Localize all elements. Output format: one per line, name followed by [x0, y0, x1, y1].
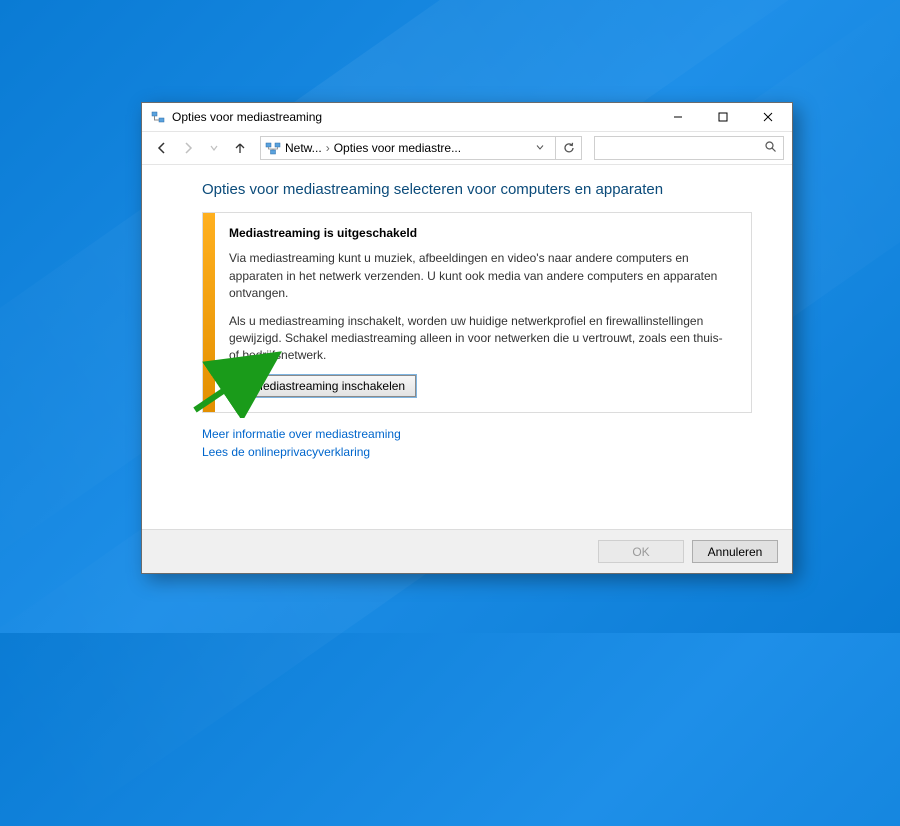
- back-button[interactable]: [150, 136, 174, 160]
- recent-locations-button[interactable]: [202, 136, 226, 160]
- ok-button[interactable]: OK: [598, 540, 684, 563]
- enable-button-label: Mediastreaming inschakelen: [253, 379, 405, 393]
- enable-media-streaming-button[interactable]: Mediastreaming inschakelen: [229, 375, 416, 397]
- window-title: Opties voor mediastreaming: [172, 110, 655, 124]
- maximize-button[interactable]: [700, 103, 745, 131]
- chevron-right-icon: ›: [326, 141, 330, 155]
- forward-button[interactable]: [176, 136, 200, 160]
- address-bar[interactable]: Netw... › Opties voor mediastre...: [260, 136, 582, 160]
- chevron-down-icon[interactable]: [535, 141, 545, 155]
- panel-paragraph-2: Als u mediastreaming inschakelt, worden …: [229, 313, 735, 365]
- refresh-button[interactable]: [555, 137, 581, 159]
- network-icon: [150, 109, 166, 125]
- help-links: Meer informatie over mediastreaming Lees…: [202, 427, 752, 459]
- search-icon: [764, 140, 777, 156]
- warning-stripe: [203, 213, 215, 412]
- page-heading: Opties voor mediastreaming selecteren vo…: [202, 181, 752, 198]
- panel-paragraph-1: Via mediastreaming kunt u muziek, afbeel…: [229, 250, 735, 302]
- media-streaming-options-window: Opties voor mediastreaming Netw... › Opt…: [141, 102, 793, 574]
- content-area: Opties voor mediastreaming selecteren vo…: [142, 165, 792, 529]
- breadcrumb-network[interactable]: Netw...: [285, 141, 322, 155]
- minimize-button[interactable]: [655, 103, 700, 131]
- panel-subheading: Mediastreaming is uitgeschakeld: [229, 225, 735, 242]
- close-button[interactable]: [745, 103, 790, 131]
- network-center-icon: [265, 140, 281, 156]
- privacy-link[interactable]: Lees de onlineprivacyverklaring: [202, 445, 752, 459]
- more-info-link[interactable]: Meer informatie over mediastreaming: [202, 427, 752, 441]
- navigation-bar: Netw... › Opties voor mediastre...: [142, 131, 792, 165]
- cancel-button[interactable]: Annuleren: [692, 540, 778, 563]
- info-panel: Mediastreaming is uitgeschakeld Via medi…: [202, 212, 752, 413]
- titlebar: Opties voor mediastreaming: [142, 103, 792, 131]
- breadcrumb-mediaoptions[interactable]: Opties voor mediastre...: [334, 141, 461, 155]
- uac-shield-icon: [234, 379, 248, 393]
- search-box[interactable]: [594, 136, 784, 160]
- dialog-footer: OK Annuleren: [142, 529, 792, 573]
- up-button[interactable]: [228, 136, 252, 160]
